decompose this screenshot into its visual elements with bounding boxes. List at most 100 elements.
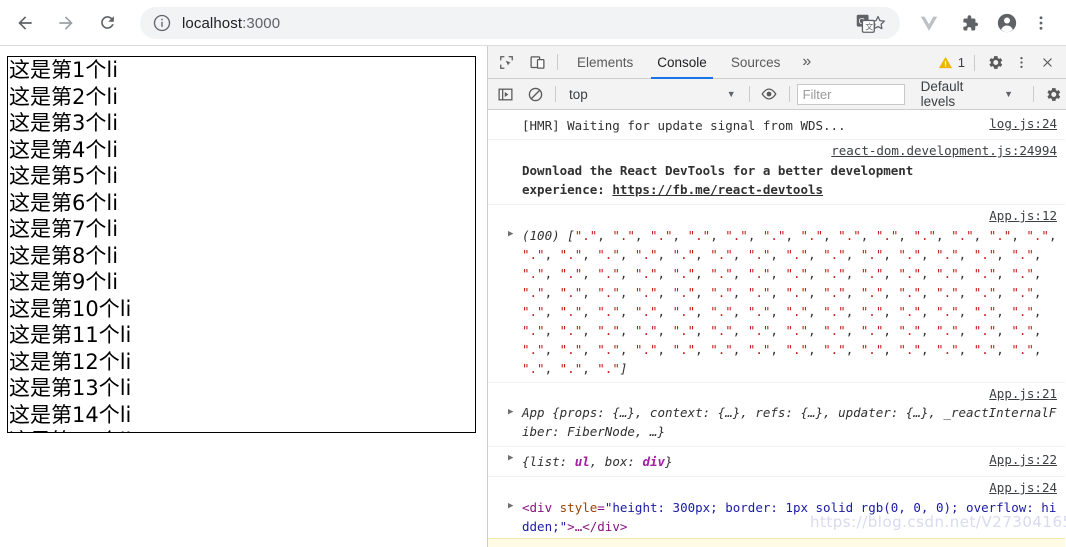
array-separator: ,: [1033, 323, 1049, 338]
array-separator: ,: [845, 323, 861, 338]
expand-arrow-icon[interactable]: ▶: [508, 501, 518, 511]
console-message[interactable]: ▶ App.js:22 {list: ul, box: div}: [488, 447, 1065, 477]
warning-badge[interactable]: 1: [938, 55, 965, 70]
array-separator: ,: [657, 285, 673, 300]
array-item: ".": [522, 342, 545, 357]
list-item: 这是第13个li: [9, 376, 132, 400]
reload-button[interactable]: [91, 7, 123, 39]
chrome-menu-button[interactable]: [1028, 10, 1054, 36]
log-levels-selector[interactable]: Default levels ▼: [915, 79, 1019, 109]
address-bar[interactable]: localhost:3000: [140, 7, 900, 39]
execution-context-selector[interactable]: top ▼: [563, 83, 742, 105]
devtools-settings-button[interactable]: [982, 50, 1008, 76]
array-separator: ,: [883, 266, 899, 281]
array-separator: ,: [619, 247, 635, 262]
node-ref-box[interactable]: div: [642, 454, 665, 469]
source-link[interactable]: react-dom.development.js:24994: [831, 143, 1057, 158]
translate-button[interactable]: G 文: [852, 10, 878, 36]
array-item: ".": [559, 361, 583, 376]
extensions-button[interactable]: [956, 10, 982, 36]
gear-icon: [1047, 87, 1061, 101]
tab-console[interactable]: Console: [645, 46, 719, 79]
info-circle-icon[interactable]: [152, 13, 172, 33]
array-item: ".": [973, 304, 997, 319]
array-item: ".": [597, 285, 620, 300]
source-link[interactable]: App.js:22: [989, 452, 1057, 467]
array-item: ".": [898, 304, 921, 319]
console-message[interactable]: log.js:24 [HMR] Waiting for update signa…: [488, 111, 1065, 140]
console-message[interactable]: ▶ App.js:12 (100) [".", ".", ".", ".", "…: [488, 205, 1065, 383]
device-toolbar-button[interactable]: [524, 49, 550, 75]
console-message[interactable]: ▶ App.js:21 App {props: {…}, context: {……: [488, 383, 1065, 447]
array-separator: ,: [619, 323, 635, 338]
array-item: ".": [710, 247, 733, 262]
array-item: ".": [710, 285, 733, 300]
back-button[interactable]: [9, 7, 41, 39]
array-item: ".": [898, 285, 921, 300]
array-separator: ,: [996, 304, 1012, 319]
array-separator: ,: [883, 342, 899, 357]
toolbar-divider: [788, 86, 790, 102]
clear-console-button[interactable]: [523, 81, 548, 107]
array-separator: ,: [695, 247, 711, 262]
console-message[interactable]: ▶ App.js:24 <div style="height: 300px; b…: [488, 477, 1065, 542]
console-message-list[interactable]: log.js:24 [HMR] Waiting for update signa…: [488, 111, 1065, 547]
array-item: ".": [860, 285, 884, 300]
expand-arrow-icon[interactable]: ▶: [508, 453, 518, 463]
array-item: ".": [898, 323, 921, 338]
warning-triangle-icon: [938, 56, 952, 69]
live-expression-eye-icon: [761, 88, 777, 100]
source-link[interactable]: App.js:12: [989, 208, 1057, 223]
account-avatar-icon: [997, 13, 1017, 33]
array-separator: ,: [634, 228, 650, 243]
expand-arrow-icon[interactable]: ▶: [508, 229, 518, 239]
node-ref-list[interactable]: ul: [575, 454, 590, 469]
inspect-element-button[interactable]: [493, 49, 519, 75]
message-text: [HMR] Waiting for update signal from WDS…: [522, 118, 846, 133]
array-suffix: ]: [619, 361, 628, 376]
array-item: ".": [634, 285, 658, 300]
more-tabs-button[interactable]: »: [792, 46, 821, 79]
react-devtools-link[interactable]: https://fb.me/react-devtools: [612, 182, 823, 197]
array-separator: ,: [672, 228, 688, 243]
devtools-close-button[interactable]: [1034, 50, 1060, 76]
source-link[interactable]: App.js:21: [989, 386, 1057, 401]
array-separator: ,: [808, 266, 824, 281]
array-item: ".": [936, 304, 959, 319]
console-sidebar-button[interactable]: [493, 81, 518, 107]
toolbar-divider: [974, 54, 975, 71]
array-separator: ,: [860, 228, 876, 243]
object-suffix: }: [665, 454, 673, 469]
array-separator: ,: [732, 323, 748, 338]
profile-button[interactable]: [994, 10, 1020, 36]
expand-arrow-icon[interactable]: ▶: [508, 407, 518, 417]
array-separator: ,: [920, 247, 937, 262]
array-separator: ,: [619, 304, 635, 319]
source-link[interactable]: log.js:24: [989, 116, 1057, 131]
console-message[interactable]: react-dom.development.js:24994 Download …: [488, 140, 1065, 205]
array-item: ".": [597, 323, 620, 338]
array-separator: ,: [898, 228, 914, 243]
array-separator: ,: [1048, 228, 1065, 243]
array-separator: ,: [958, 304, 974, 319]
svg-text:文: 文: [865, 21, 873, 31]
array-item: ".": [597, 266, 620, 281]
forward-button[interactable]: [50, 7, 82, 39]
array-separator: ,: [544, 304, 560, 319]
console-settings-button[interactable]: [1041, 81, 1066, 107]
tab-elements[interactable]: Elements: [565, 46, 645, 79]
list-item: 这是第10个li: [9, 296, 132, 321]
console-filter-input[interactable]: [796, 83, 905, 105]
array-separator: ,: [732, 304, 748, 319]
address-bar-url: localhost:3000: [182, 15, 280, 32]
array-item: ".": [785, 304, 809, 319]
array-item: ".": [559, 323, 583, 338]
array-separator: ,: [544, 266, 560, 281]
live-expression-button[interactable]: [757, 81, 782, 107]
array-separator: ,: [958, 285, 974, 300]
clear-console-icon: [528, 87, 543, 101]
devtools-more-options-button[interactable]: [1008, 50, 1034, 76]
vue-devtools-button[interactable]: [916, 10, 942, 36]
source-link[interactable]: App.js:24: [989, 480, 1057, 495]
tab-sources[interactable]: Sources: [719, 46, 793, 79]
